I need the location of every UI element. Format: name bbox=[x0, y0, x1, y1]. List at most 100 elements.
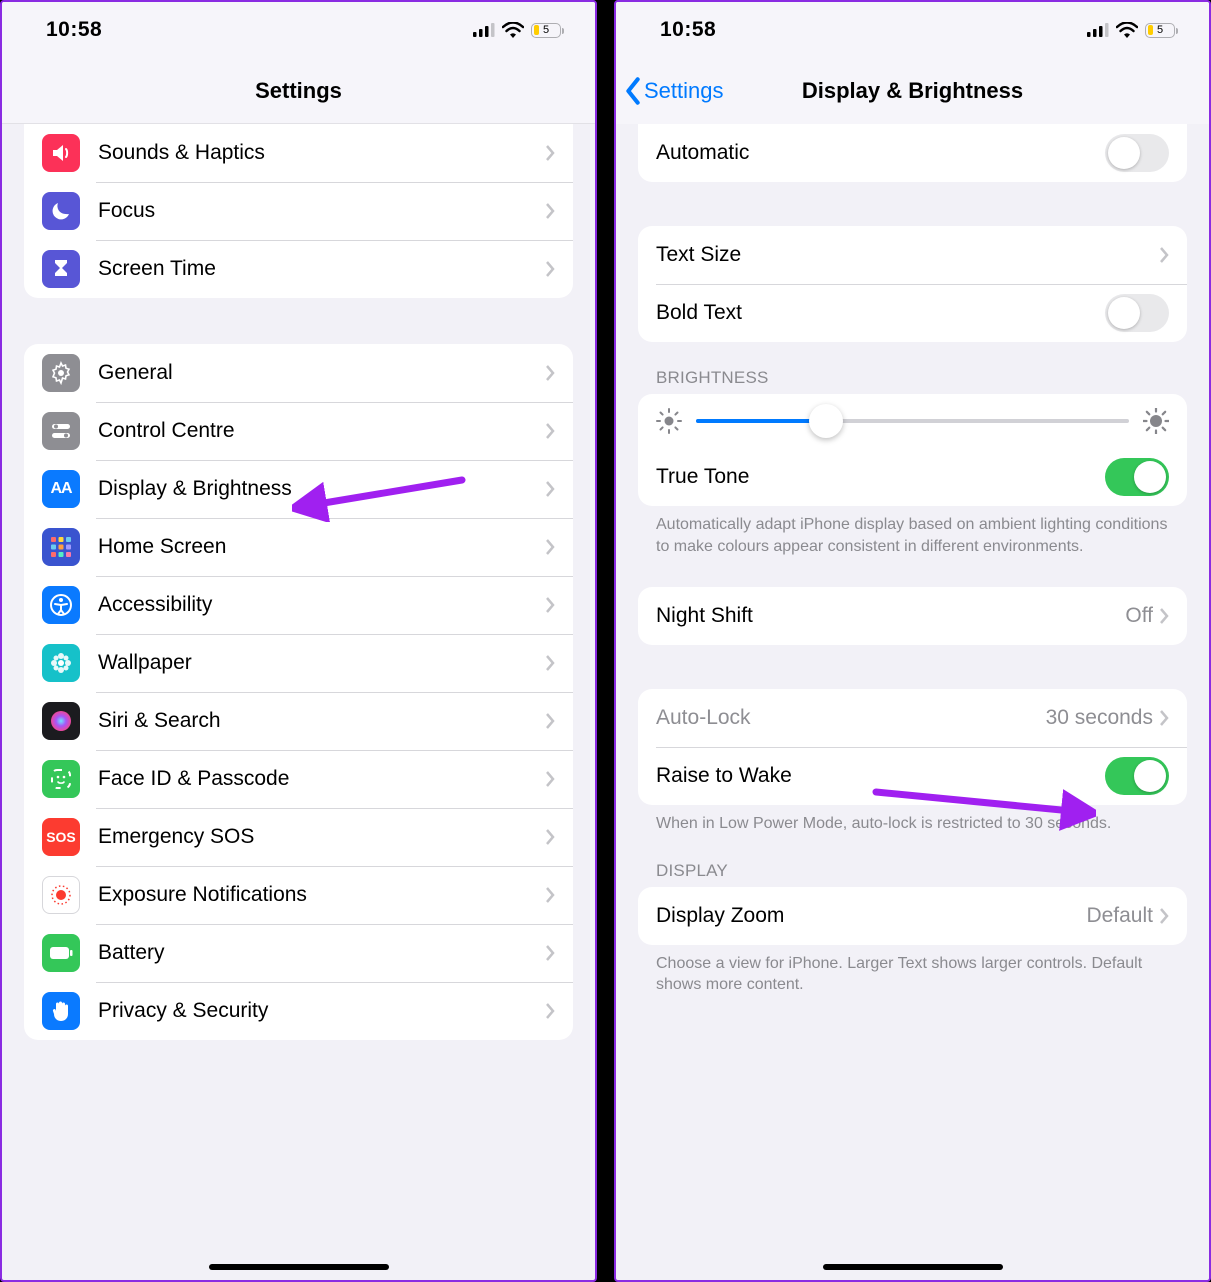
hand-icon bbox=[42, 992, 80, 1030]
chevron-right-icon bbox=[545, 145, 555, 161]
section-display-zoom: Display Zoom Default bbox=[638, 887, 1187, 945]
section-night-shift: Night Shift Off bbox=[638, 587, 1187, 645]
label-general: General bbox=[98, 361, 545, 385]
label-wallpaper: Wallpaper bbox=[98, 651, 545, 675]
chevron-right-icon bbox=[545, 261, 555, 277]
toggle-bold-text[interactable] bbox=[1105, 294, 1169, 332]
row-focus[interactable]: Focus bbox=[24, 182, 573, 240]
cellular-icon bbox=[1087, 23, 1109, 37]
siri-icon bbox=[42, 702, 80, 740]
exposure-icon bbox=[42, 876, 80, 914]
row-night-shift[interactable]: Night Shift Off bbox=[638, 587, 1187, 645]
settings-section-2: General Control Centre AA Display & Brig… bbox=[24, 344, 573, 1040]
label-bold-text: Bold Text bbox=[656, 301, 1105, 325]
label-text-size: Text Size bbox=[656, 243, 1159, 267]
display-content[interactable]: Automatic Text Size Bold Text BRIGHTNESS bbox=[616, 124, 1209, 996]
cellular-icon bbox=[473, 23, 495, 37]
row-auto-lock[interactable]: Auto-Lock 30 seconds bbox=[638, 689, 1187, 747]
section-automatic: Automatic bbox=[638, 124, 1187, 182]
status-bar: 10:58 5 bbox=[616, 2, 1209, 58]
row-home-screen[interactable]: Home Screen bbox=[24, 518, 573, 576]
row-bold-text: Bold Text bbox=[638, 284, 1187, 342]
row-emergency-sos[interactable]: SOS Emergency SOS bbox=[24, 808, 573, 866]
status-icons: 5 bbox=[1087, 22, 1175, 38]
row-brightness-slider bbox=[638, 394, 1187, 448]
phone-left: 10:58 5 Settings Sounds & Haptics Focus … bbox=[0, 0, 597, 1282]
value-auto-lock: 30 seconds bbox=[1046, 706, 1153, 730]
hourglass-icon bbox=[42, 250, 80, 288]
chevron-right-icon bbox=[545, 829, 555, 845]
row-display-zoom[interactable]: Display Zoom Default bbox=[638, 887, 1187, 945]
chevron-right-icon bbox=[545, 887, 555, 903]
row-exposure-notifications[interactable]: Exposure Notifications bbox=[24, 866, 573, 924]
speaker-icon bbox=[42, 134, 80, 172]
settings-content[interactable]: Sounds & Haptics Focus Screen Time Gener… bbox=[2, 124, 595, 1040]
row-wallpaper[interactable]: Wallpaper bbox=[24, 634, 573, 692]
label-night-shift: Night Shift bbox=[656, 604, 1125, 628]
label-privacy-security: Privacy & Security bbox=[98, 999, 545, 1023]
label-siri-search: Siri & Search bbox=[98, 709, 545, 733]
row-control-centre[interactable]: Control Centre bbox=[24, 402, 573, 460]
row-text-size[interactable]: Text Size bbox=[638, 226, 1187, 284]
chevron-right-icon bbox=[545, 655, 555, 671]
status-time: 10:58 bbox=[46, 18, 102, 42]
footer-auto-lock: When in Low Power Mode, auto-lock is res… bbox=[656, 813, 1169, 835]
status-icons: 5 bbox=[473, 22, 561, 38]
label-screen-time: Screen Time bbox=[98, 257, 545, 281]
settings-section-1: Sounds & Haptics Focus Screen Time bbox=[24, 124, 573, 298]
toggle-true-tone[interactable] bbox=[1105, 458, 1169, 496]
row-raise-to-wake: Raise to Wake bbox=[638, 747, 1187, 805]
chevron-right-icon bbox=[545, 365, 555, 381]
section-brightness: True Tone bbox=[638, 394, 1187, 506]
sun-large-icon bbox=[1143, 408, 1169, 434]
row-siri-search[interactable]: Siri & Search bbox=[24, 692, 573, 750]
back-label: Settings bbox=[644, 78, 724, 104]
home-indicator[interactable] bbox=[209, 1264, 389, 1270]
row-privacy-security[interactable]: Privacy & Security bbox=[24, 982, 573, 1040]
brightness-slider[interactable] bbox=[696, 419, 1129, 423]
gear-icon bbox=[42, 354, 80, 392]
footer-display-zoom: Choose a view for iPhone. Larger Text sh… bbox=[656, 953, 1169, 996]
row-screen-time[interactable]: Screen Time bbox=[24, 240, 573, 298]
chevron-right-icon bbox=[1159, 608, 1169, 624]
label-exposure-notifications: Exposure Notifications bbox=[98, 883, 545, 907]
row-faceid-passcode[interactable]: Face ID & Passcode bbox=[24, 750, 573, 808]
label-focus: Focus bbox=[98, 199, 545, 223]
home-indicator[interactable] bbox=[823, 1264, 1003, 1270]
chevron-right-icon bbox=[1159, 710, 1169, 726]
access-icon bbox=[42, 586, 80, 624]
row-battery[interactable]: Battery bbox=[24, 924, 573, 982]
label-display-brightness: Display & Brightness bbox=[98, 477, 545, 501]
nav-header: Settings bbox=[2, 58, 595, 124]
toggle-raise-to-wake[interactable] bbox=[1105, 757, 1169, 795]
label-automatic: Automatic bbox=[656, 141, 1105, 165]
chevron-right-icon bbox=[1159, 908, 1169, 924]
battery-icon: 5 bbox=[531, 23, 561, 38]
sos-icon: SOS bbox=[42, 818, 80, 856]
moon-icon bbox=[42, 192, 80, 230]
chevron-right-icon bbox=[545, 713, 555, 729]
page-title: Settings bbox=[255, 78, 342, 104]
label-sounds-haptics: Sounds & Haptics bbox=[98, 141, 545, 165]
toggle-automatic[interactable] bbox=[1105, 134, 1169, 172]
row-automatic: Automatic bbox=[638, 124, 1187, 182]
chevron-right-icon bbox=[545, 203, 555, 219]
chevron-right-icon bbox=[545, 1003, 555, 1019]
row-sounds-haptics[interactable]: Sounds & Haptics bbox=[24, 124, 573, 182]
section-autolock: Auto-Lock 30 seconds Raise to Wake bbox=[638, 689, 1187, 805]
status-bar: 10:58 5 bbox=[2, 2, 595, 58]
battery-icon: 5 bbox=[1145, 23, 1175, 38]
value-night-shift: Off bbox=[1125, 604, 1153, 628]
chevron-right-icon bbox=[545, 481, 555, 497]
back-button[interactable]: Settings bbox=[624, 58, 724, 124]
chevron-left-icon bbox=[624, 77, 642, 105]
row-display-brightness[interactable]: AA Display & Brightness bbox=[24, 460, 573, 518]
label-control-centre: Control Centre bbox=[98, 419, 545, 443]
label-battery: Battery bbox=[98, 941, 545, 965]
chevron-right-icon bbox=[1159, 247, 1169, 263]
label-auto-lock: Auto-Lock bbox=[656, 706, 1046, 730]
row-general[interactable]: General bbox=[24, 344, 573, 402]
footer-true-tone: Automatically adapt iPhone display based… bbox=[656, 514, 1169, 557]
chevron-right-icon bbox=[545, 423, 555, 439]
row-accessibility[interactable]: Accessibility bbox=[24, 576, 573, 634]
